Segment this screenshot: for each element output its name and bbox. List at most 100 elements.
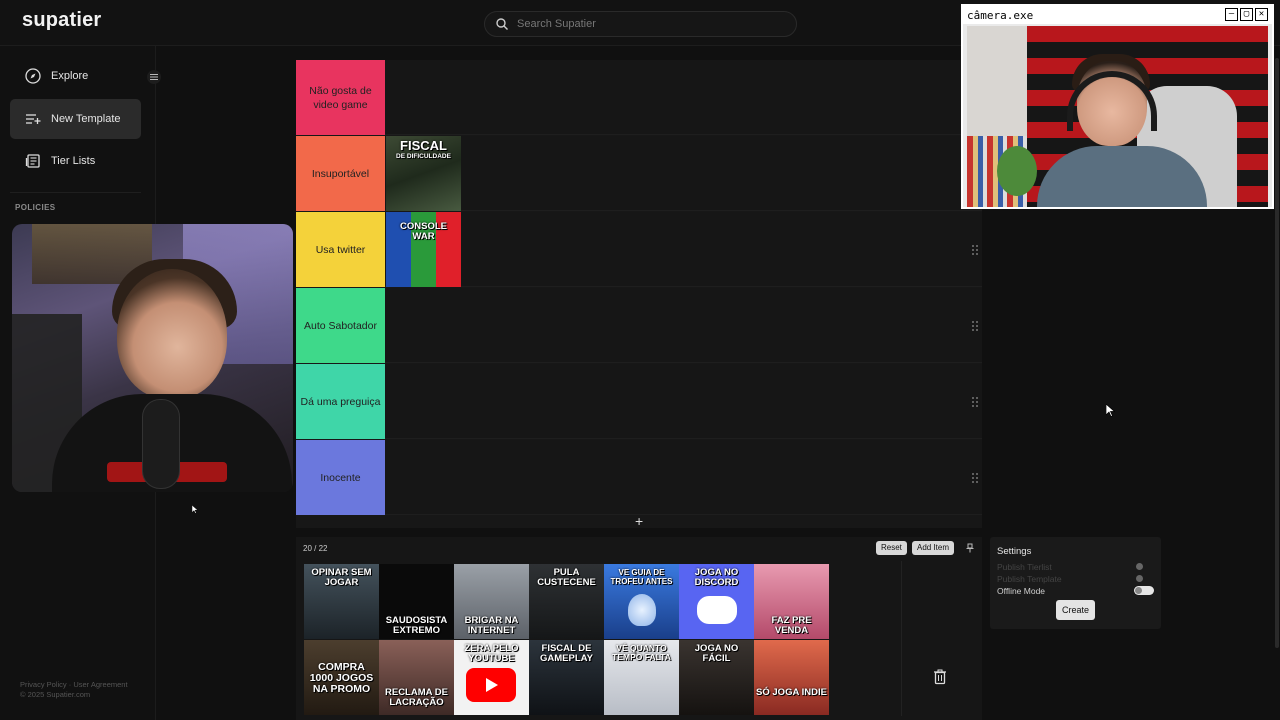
maximize-button[interactable]: ▢ bbox=[1240, 8, 1253, 21]
drag-handle-icon[interactable] bbox=[972, 473, 978, 483]
copyright: © 2025 Supatier.com bbox=[20, 690, 91, 699]
tier-row: Usa twitter CONSOLE WAR bbox=[296, 212, 982, 287]
tier-item-subtitle: DE DIFICULDADE bbox=[396, 153, 451, 160]
reset-button[interactable]: Reset bbox=[876, 541, 907, 555]
pool-item[interactable]: SÓ JOGA INDIE bbox=[754, 640, 829, 715]
pool-item-label: ZERA PELO YOUTUBE bbox=[464, 643, 519, 664]
sidebar-item-label: Tier Lists bbox=[51, 155, 96, 167]
pool-item-label: RECLAMA DE LACRAÇÃO bbox=[385, 687, 448, 708]
search-icon bbox=[496, 18, 508, 30]
pool-item-label: FAZ PRE VENDA bbox=[771, 615, 812, 636]
compass-icon bbox=[24, 67, 42, 85]
pool-item-label: COMPRA 1000 JOGOS NA PROMO bbox=[309, 661, 374, 695]
drag-handle-icon[interactable] bbox=[972, 321, 978, 331]
tier-row: Não gosta de video game bbox=[296, 60, 982, 135]
mouse-cursor-icon bbox=[1106, 404, 1115, 417]
pin-icon[interactable] bbox=[965, 543, 975, 553]
pool-item-label: SAUDOSISTA EXTREMO bbox=[385, 615, 448, 636]
tier-row: Auto Sabotador bbox=[296, 288, 982, 363]
tier-label[interactable]: Inocente bbox=[296, 440, 385, 515]
item-count: 20 / 22 bbox=[303, 544, 328, 553]
publish-template-label: Publish Template bbox=[997, 574, 1062, 584]
hamburger-menu-icon[interactable] bbox=[146, 70, 162, 84]
camera-feed bbox=[967, 26, 1268, 207]
tier-item-fiscal[interactable]: FISCAL DE DIFICULDADE bbox=[386, 136, 461, 211]
streamer-webcam bbox=[12, 224, 293, 492]
publish-template-toggle[interactable] bbox=[1136, 575, 1143, 582]
drag-handle-icon[interactable] bbox=[972, 397, 978, 407]
footer-links[interactable]: Privacy Policy · User Agreement bbox=[20, 680, 128, 689]
newspaper-icon bbox=[24, 152, 42, 170]
search-bar[interactable] bbox=[484, 11, 797, 37]
search-input[interactable] bbox=[517, 18, 767, 30]
policies-heading: POLICIES bbox=[15, 203, 56, 212]
discord-icon bbox=[697, 596, 737, 624]
tier-label[interactable]: Usa twitter bbox=[296, 212, 385, 287]
list-add-icon bbox=[24, 110, 42, 128]
camera-window-title: câmera.exe bbox=[967, 8, 1034, 22]
pool-item-label: JOGA NO DISCORD bbox=[694, 567, 739, 588]
pool-item[interactable]: COMPRA 1000 JOGOS NA PROMO bbox=[304, 640, 379, 715]
pool-item-label: VE GUIA DE TROFEU ANTES bbox=[610, 568, 673, 586]
pool-item[interactable]: BRIGAR NA INTERNET bbox=[454, 564, 529, 639]
add-tier-button[interactable]: + bbox=[635, 513, 643, 529]
microphone bbox=[142, 399, 180, 489]
pool-item[interactable]: PULA CUSTECENE bbox=[529, 564, 604, 639]
trash-icon[interactable] bbox=[933, 669, 947, 685]
pool-item[interactable]: VE GUIA DE TROFEU ANTES bbox=[604, 564, 679, 639]
divider bbox=[10, 192, 141, 193]
pool-item[interactable]: JOGA NO DISCORD bbox=[679, 564, 754, 639]
tier-item-console-war[interactable]: CONSOLE WAR bbox=[386, 212, 461, 287]
trophy-icon bbox=[628, 594, 656, 626]
pool-item-label: JOGA NO FÁCIL bbox=[694, 643, 739, 664]
youtube-icon bbox=[466, 668, 516, 702]
drag-handle-icon[interactable] bbox=[972, 245, 978, 255]
webcam-face bbox=[117, 269, 227, 399]
camera-window-titlebar[interactable]: câmera.exe – ▢ ✕ bbox=[963, 6, 1272, 24]
pool-item[interactable]: RECLAMA DE LACRAÇÃO bbox=[379, 640, 454, 715]
sidebar-item-label: New Template bbox=[51, 113, 121, 125]
pool-item[interactable]: JOGA NO FÁCIL bbox=[679, 640, 754, 715]
minimize-button[interactable]: – bbox=[1225, 8, 1238, 21]
create-button[interactable]: Create bbox=[1056, 600, 1095, 620]
sidebar-item-explore[interactable]: Explore bbox=[10, 56, 141, 96]
tier-item-title: CONSOLE WAR bbox=[400, 221, 447, 242]
sidebar-item-label: Explore bbox=[51, 70, 89, 82]
close-button[interactable]: ✕ bbox=[1255, 8, 1268, 21]
pool-item[interactable]: ZERA PELO YOUTUBE bbox=[454, 640, 529, 715]
plant bbox=[997, 146, 1037, 196]
add-item-button[interactable]: Add Item bbox=[912, 541, 955, 555]
mouse-cursor-icon bbox=[192, 505, 198, 514]
pool-item[interactable]: OPINAR SEM JOGAR bbox=[304, 564, 379, 639]
pool-item[interactable]: SAUDOSISTA EXTREMO bbox=[379, 564, 454, 639]
pool-item[interactable]: VÊ QUANTO TEMPO FALTA bbox=[604, 640, 679, 715]
pool-item-label: OPINAR SEM JOGAR bbox=[311, 567, 372, 588]
pool-item-label: VÊ QUANTO TEMPO FALTA bbox=[612, 643, 671, 662]
pool-item-label: PULA CUSTECENE bbox=[537, 567, 596, 588]
tier-label[interactable]: Dá uma preguiça bbox=[296, 364, 385, 439]
offline-mode-label: Offline Mode bbox=[997, 586, 1046, 596]
camera-window: câmera.exe – ▢ ✕ bbox=[961, 4, 1274, 209]
tier-label[interactable]: Não gosta de video game bbox=[296, 60, 385, 135]
app-root: supatier Explore New Template Tier Lists bbox=[0, 0, 1280, 720]
settings-panel: Settings Publish Tierlist Publish Templa… bbox=[990, 537, 1161, 629]
pool-item-label: FISCAL DE GAMEPLAY bbox=[540, 643, 593, 664]
pool-divider bbox=[901, 561, 902, 716]
logo[interactable]: supatier bbox=[22, 9, 101, 32]
pool-item[interactable]: FAZ PRE VENDA bbox=[754, 564, 829, 639]
pool-item[interactable]: FISCAL DE GAMEPLAY bbox=[529, 640, 604, 715]
tier-label[interactable]: Insuportável bbox=[296, 136, 385, 211]
pool-item-label: SÓ JOGA INDIE bbox=[756, 687, 827, 698]
tier-board: Não gosta de video game Insuportável FIS… bbox=[296, 60, 982, 529]
publish-tierlist-toggle[interactable] bbox=[1136, 563, 1143, 570]
sidebar-item-new-template[interactable]: New Template bbox=[10, 99, 141, 139]
sidebar-item-tier-lists[interactable]: Tier Lists bbox=[10, 141, 141, 181]
offline-mode-toggle[interactable] bbox=[1134, 586, 1154, 595]
tier-row: Insuportável FISCAL DE DIFICULDADE bbox=[296, 136, 982, 211]
tier-row: Inocente bbox=[296, 440, 982, 515]
tier-row: Dá uma preguiça bbox=[296, 364, 982, 439]
scrollbar[interactable] bbox=[1275, 58, 1279, 648]
settings-title: Settings bbox=[997, 546, 1032, 557]
tier-label[interactable]: Auto Sabotador bbox=[296, 288, 385, 363]
tier-item-title: FISCAL bbox=[400, 138, 447, 153]
